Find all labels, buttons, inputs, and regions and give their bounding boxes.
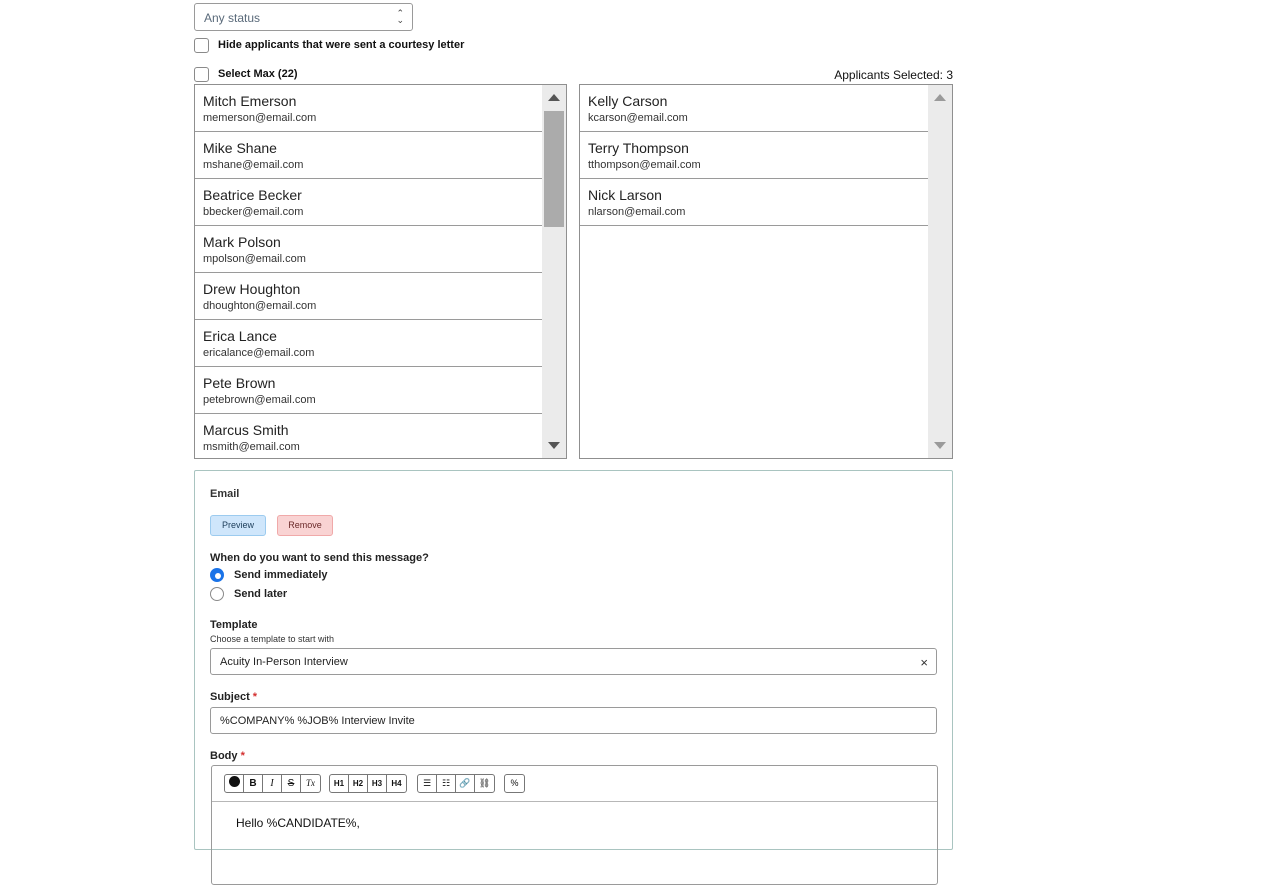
applicant-list-item[interactable]: Kelly Carson kcarson@email.com bbox=[580, 85, 935, 132]
body-text[interactable]: Hello %CANDIDATE%, bbox=[236, 816, 360, 830]
h2-button[interactable]: H2 bbox=[349, 775, 368, 792]
scroll-thumb[interactable] bbox=[544, 111, 564, 227]
template-value: Acuity In-Person Interview bbox=[220, 656, 348, 668]
applicant-name: Terry Thompson bbox=[588, 140, 689, 156]
email-panel-title: Email bbox=[210, 488, 240, 500]
variable-icon[interactable]: % bbox=[505, 775, 524, 792]
status-select[interactable]: Any status ⌃ ⌄ bbox=[194, 3, 413, 31]
scroll-up-icon[interactable] bbox=[548, 94, 560, 101]
applicant-name: Marcus Smith bbox=[203, 422, 289, 438]
select-max-label: Select Max (22) bbox=[218, 68, 298, 80]
applicant-list-item[interactable]: Terry Thompson tthompson@email.com bbox=[580, 132, 935, 179]
remove-button[interactable]: Remove bbox=[277, 515, 333, 536]
hide-courtesy-checkbox[interactable] bbox=[194, 38, 209, 53]
scroll-down-icon[interactable] bbox=[934, 442, 946, 449]
preview-button[interactable]: Preview bbox=[210, 515, 266, 536]
send-immediately-radio[interactable] bbox=[210, 568, 224, 582]
applicant-email: ericalance@email.com bbox=[203, 347, 315, 359]
available-applicants-list[interactable]: Mitch Emerson memerson@email.com Mike Shan… bbox=[194, 84, 567, 459]
numbered-list-icon[interactable]: ☷ bbox=[437, 775, 456, 792]
send-time-question: When do you want to send this message? bbox=[210, 552, 429, 564]
heading-group: H1 H2 H3 H4 bbox=[329, 774, 407, 793]
subject-value: %COMPANY% %JOB% Interview Invite bbox=[220, 715, 415, 727]
applicant-email: kcarson@email.com bbox=[588, 112, 688, 124]
chevron-updown-icon: ⌃ ⌄ bbox=[396, 8, 404, 25]
applicant-list-item[interactable]: Beatrice Becker bbecker@email.com bbox=[195, 179, 549, 226]
list-link-group: ☰ ☷ 🔗 ⛓ bbox=[417, 774, 495, 793]
email-panel: Email Preview Remove When do you want to… bbox=[194, 470, 953, 885]
send-immediately-label: Send immediately bbox=[234, 569, 328, 581]
clear-format-button[interactable]: Tx bbox=[301, 775, 320, 792]
link-icon[interactable]: 🔗 bbox=[456, 775, 475, 792]
applicant-list-item[interactable]: Mike Shane mshane@email.com bbox=[195, 132, 549, 179]
selected-applicants-list[interactable]: Kelly Carson kcarson@email.com Terry Thomp… bbox=[579, 84, 953, 459]
applicant-list-item[interactable]: Drew Houghton dhoughton@email.com bbox=[195, 273, 549, 320]
variable-group: % bbox=[504, 774, 525, 793]
format-group: B I S Tx bbox=[224, 774, 321, 793]
applicant-email: mpolson@email.com bbox=[203, 253, 306, 265]
applicant-email: mshane@email.com bbox=[203, 159, 304, 171]
applicant-name: Nick Larson bbox=[588, 187, 662, 203]
applicant-email: dhoughton@email.com bbox=[203, 300, 317, 312]
applicant-name: Drew Houghton bbox=[203, 281, 301, 297]
bold-button[interactable]: B bbox=[244, 775, 263, 792]
scrollbar[interactable] bbox=[542, 85, 566, 458]
status-select-value: Any status bbox=[204, 11, 261, 25]
applicant-name: Pete Brown bbox=[203, 375, 276, 391]
unlink-icon[interactable]: ⛓ bbox=[475, 775, 494, 792]
bullet-list-icon[interactable]: ☰ bbox=[418, 775, 437, 792]
applicant-email: petebrown@email.com bbox=[203, 394, 316, 406]
hide-courtesy-label: Hide applicants that were sent a courtes… bbox=[218, 39, 465, 51]
applicant-name: Kelly Carson bbox=[588, 93, 668, 109]
h1-button[interactable]: H1 bbox=[330, 775, 349, 792]
applicant-name: Mark Polson bbox=[203, 234, 281, 250]
applicants-selected-count: Applicants Selected: 3 bbox=[834, 68, 953, 82]
applicant-list-item[interactable]: Mitch Emerson memerson@email.com bbox=[195, 85, 549, 132]
body-editor[interactable]: B I S Tx H1 H2 H3 H4 ☰ ☷ 🔗 ⛓ % Hello %CA… bbox=[211, 765, 938, 885]
template-helper: Choose a template to start with bbox=[210, 634, 335, 644]
applicant-email: nlarson@email.com bbox=[588, 206, 686, 218]
send-later-label: Send later bbox=[234, 588, 288, 600]
body-label: Body * bbox=[210, 750, 245, 762]
template-select[interactable]: Acuity In-Person Interview × bbox=[210, 648, 937, 675]
send-later-radio[interactable] bbox=[210, 587, 224, 601]
clear-icon[interactable]: × bbox=[920, 655, 928, 670]
applicant-list-item[interactable]: Marcus Smith msmith@email.com bbox=[195, 414, 549, 458]
applicant-email: msmith@email.com bbox=[203, 441, 300, 453]
applicant-email: bbecker@email.com bbox=[203, 206, 304, 218]
applicant-name: Erica Lance bbox=[203, 328, 277, 344]
scrollbar[interactable] bbox=[928, 85, 952, 458]
strikethrough-button[interactable]: S bbox=[282, 775, 301, 792]
applicant-name: Mitch Emerson bbox=[203, 93, 297, 109]
applicant-email: memerson@email.com bbox=[203, 112, 317, 124]
applicant-list-item[interactable]: Nick Larson nlarson@email.com bbox=[580, 179, 935, 226]
select-max-checkbox[interactable] bbox=[194, 67, 209, 82]
h3-button[interactable]: H3 bbox=[368, 775, 387, 792]
applicant-list-item[interactable]: Mark Polson mpolson@email.com bbox=[195, 226, 549, 273]
italic-button[interactable]: I bbox=[263, 775, 282, 792]
editor-toolbar: B I S Tx H1 H2 H3 H4 ☰ ☷ 🔗 ⛓ % bbox=[212, 766, 937, 802]
applicant-name: Mike Shane bbox=[203, 140, 277, 156]
scroll-down-icon[interactable] bbox=[548, 442, 560, 449]
text-color-icon[interactable] bbox=[225, 775, 244, 792]
template-label: Template bbox=[210, 619, 258, 631]
scroll-up-icon[interactable] bbox=[934, 94, 946, 101]
applicant-list-item[interactable]: Erica Lance ericalance@email.com bbox=[195, 320, 549, 367]
subject-label: Subject * bbox=[210, 691, 258, 703]
applicant-email: tthompson@email.com bbox=[588, 159, 701, 171]
h4-button[interactable]: H4 bbox=[387, 775, 406, 792]
subject-input[interactable]: %COMPANY% %JOB% Interview Invite bbox=[210, 707, 937, 734]
applicant-list-item[interactable]: Pete Brown petebrown@email.com bbox=[195, 367, 549, 414]
applicant-name: Beatrice Becker bbox=[203, 187, 302, 203]
